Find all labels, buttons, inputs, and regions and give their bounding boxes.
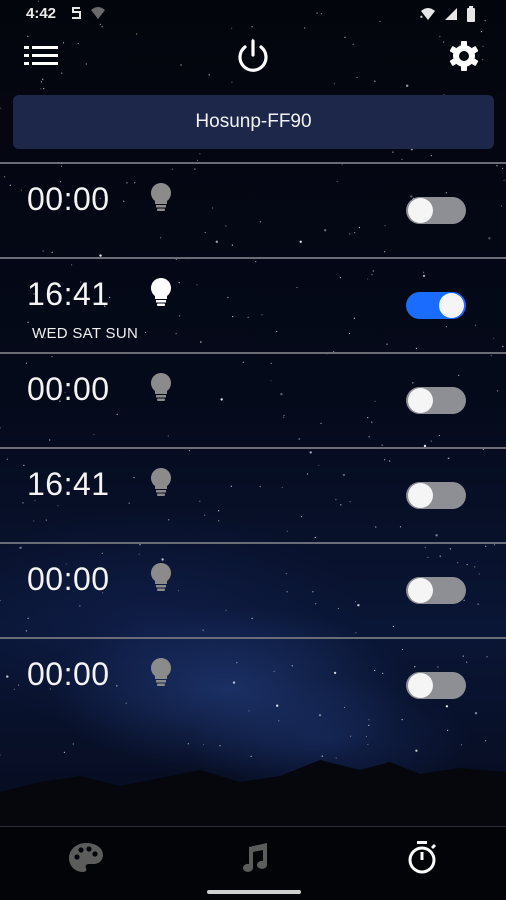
divider <box>0 826 506 827</box>
toggle-knob <box>408 198 433 223</box>
top-app-bar <box>0 32 506 80</box>
signal-icon <box>444 7 458 26</box>
battery-icon <box>466 6 476 27</box>
alarm-toggle[interactable] <box>406 672 466 699</box>
lightbulb-icon <box>151 563 171 591</box>
nav-item-timer[interactable] <box>402 840 442 876</box>
alarm-time[interactable]: 16:41 <box>27 466 110 503</box>
toggle-knob <box>439 293 464 318</box>
alarm-toggle[interactable] <box>406 387 466 414</box>
wifi-icon <box>420 7 436 26</box>
toggle-knob <box>408 673 433 698</box>
alarm-row[interactable]: 16:41 <box>0 449 506 542</box>
alarm-toggle[interactable] <box>406 577 466 604</box>
lightbulb-icon <box>151 183 171 211</box>
toggle-knob <box>408 388 433 413</box>
sync-icon <box>70 5 82 26</box>
alarm-list: 00:00 16:41 WED SAT SUN 00:00 16:41 00:0… <box>0 162 506 732</box>
alarm-time[interactable]: 00:00 <box>27 181 110 218</box>
lightbulb-icon <box>151 373 171 401</box>
alarm-time[interactable]: 00:00 <box>27 371 110 408</box>
alarm-time[interactable]: 00:00 <box>27 561 110 598</box>
menu-icon <box>24 46 58 65</box>
alarm-repeat-days: WED SAT SUN <box>32 325 139 342</box>
music-note-icon <box>243 843 267 872</box>
timer-icon <box>408 841 437 874</box>
nav-item-music[interactable] <box>234 840 274 876</box>
status-time: 4:42 <box>26 5 57 22</box>
wifi-question-icon <box>90 6 106 25</box>
settings-button[interactable] <box>446 38 482 74</box>
device-name: Hosunp-FF90 <box>195 111 312 132</box>
nav-item-color[interactable] <box>66 840 106 876</box>
alarm-row[interactable]: 00:00 <box>0 544 506 637</box>
alarm-time[interactable]: 16:41 <box>27 276 110 313</box>
lightbulb-icon <box>151 658 171 686</box>
alarm-row[interactable]: 16:41 WED SAT SUN <box>0 259 506 352</box>
power-button[interactable] <box>234 37 272 75</box>
gear-icon <box>449 41 479 71</box>
alarm-row[interactable]: 00:00 <box>0 639 506 732</box>
alarm-time[interactable]: 00:00 <box>27 656 110 693</box>
status-bar: 4:42 <box>0 0 506 30</box>
lightbulb-on-icon <box>151 278 171 306</box>
toggle-knob <box>408 578 433 603</box>
bottom-navigation <box>0 826 506 900</box>
power-icon <box>238 39 268 72</box>
alarm-row[interactable]: 00:00 <box>0 354 506 447</box>
alarm-toggle[interactable] <box>406 482 466 509</box>
toggle-knob <box>408 483 433 508</box>
lightbulb-icon <box>151 468 171 496</box>
palette-icon <box>69 843 103 872</box>
home-indicator[interactable] <box>207 890 301 894</box>
menu-button[interactable] <box>24 42 60 70</box>
alarm-toggle[interactable] <box>406 197 466 224</box>
alarm-toggle[interactable] <box>406 292 466 319</box>
device-selector[interactable]: Hosunp-FF90 <box>13 95 494 149</box>
alarm-row[interactable]: 00:00 <box>0 164 506 257</box>
